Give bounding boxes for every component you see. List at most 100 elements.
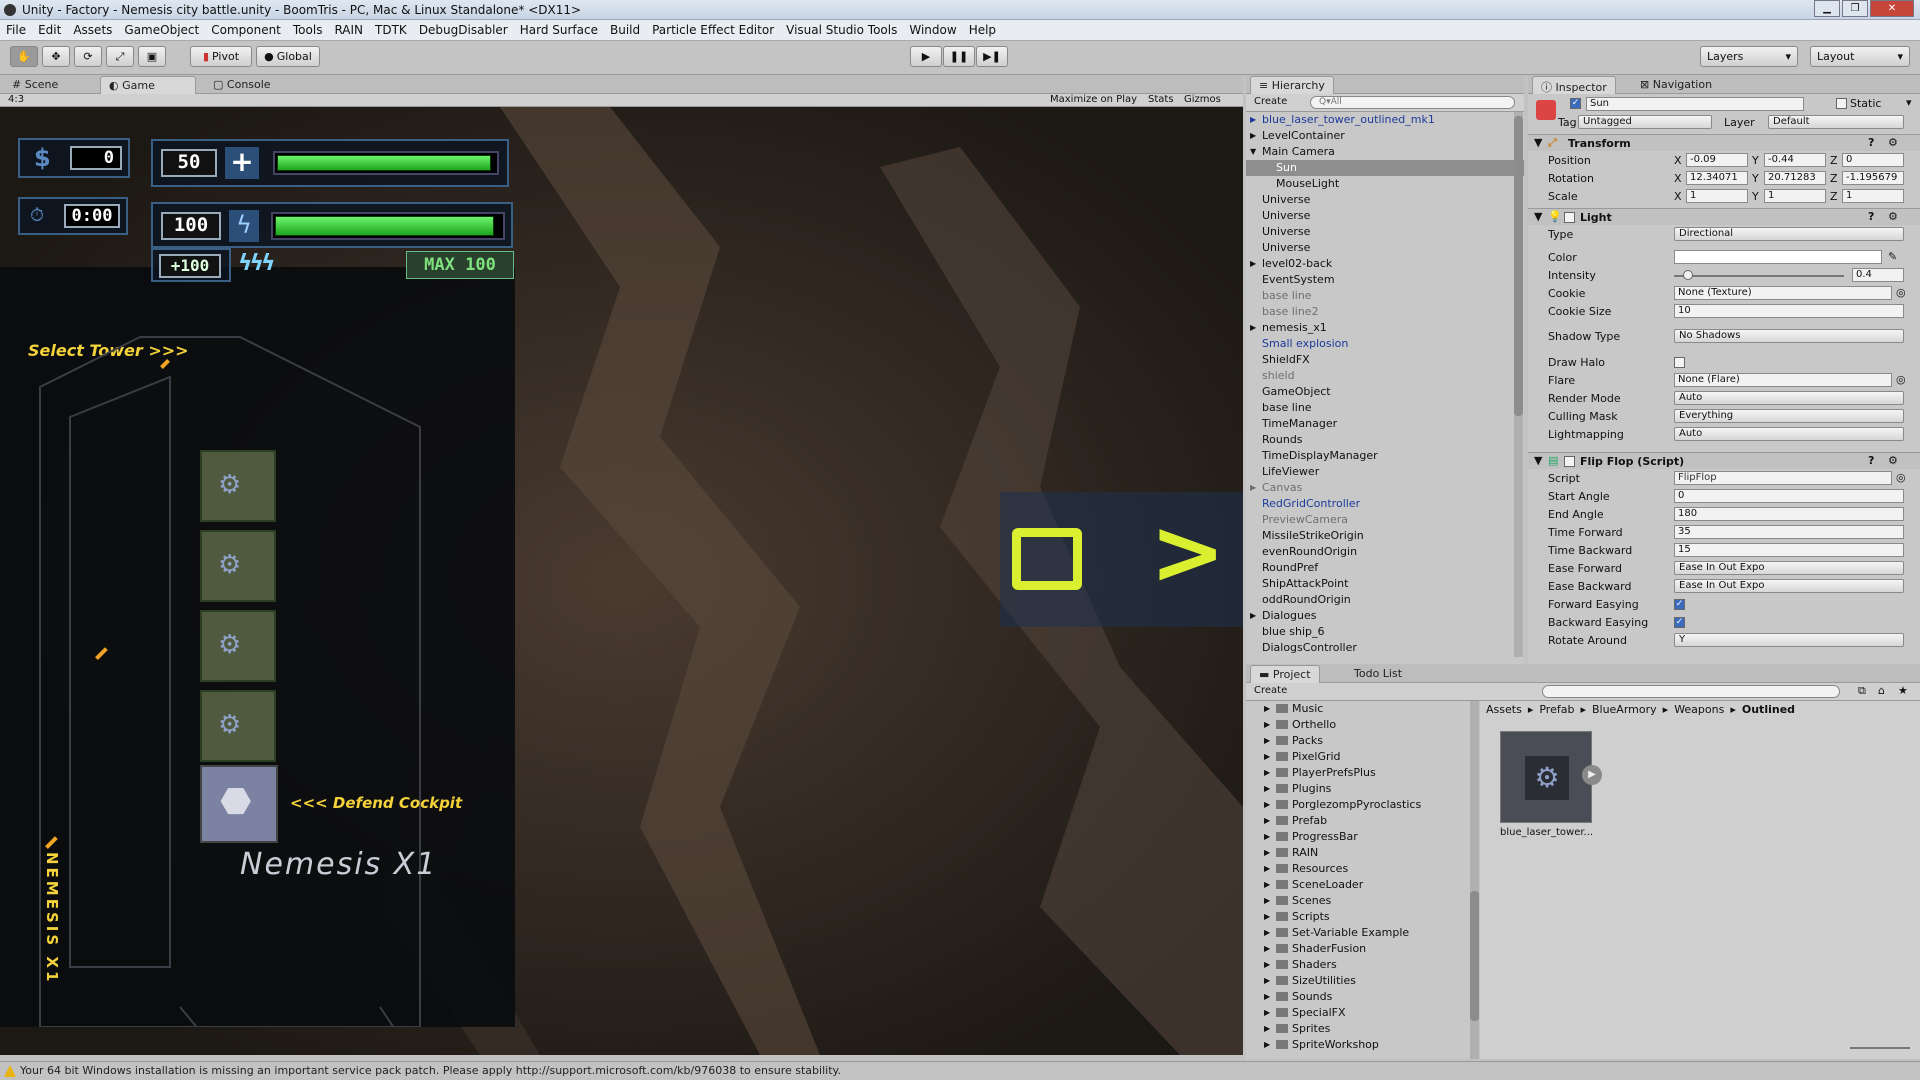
static-dropdown-icon[interactable]: ▾ [1906, 96, 1912, 109]
hierarchy-item[interactable]: ▶ Dialogues [1246, 608, 1524, 624]
foldout-arrow-icon[interactable]: ▶ [1264, 941, 1270, 957]
pivot-toggle[interactable]: ▮ Pivot [190, 46, 252, 67]
folder-item[interactable]: ▶ Packs [1246, 733, 1474, 749]
folder-item[interactable]: ▶ Scenes [1246, 893, 1474, 909]
foldout-arrow-icon[interactable]: ▶ [1264, 701, 1270, 717]
breadcrumb-bluearmory[interactable]: BlueArmory [1592, 703, 1657, 716]
ease-backward-dropdown[interactable]: Ease In Out Expo [1674, 579, 1904, 593]
label-icon[interactable]: ⌂ [1878, 684, 1885, 697]
foldout-arrow-icon[interactable]: ▶ [1264, 909, 1270, 925]
scale-y-field[interactable]: 1 [1764, 189, 1826, 203]
play-button[interactable]: ▶ [910, 46, 942, 67]
menu-hard-surface[interactable]: Hard Surface [514, 23, 604, 37]
hierarchy-item[interactable]: PreviewCamera [1246, 512, 1524, 528]
menu-gameobject[interactable]: GameObject [118, 23, 205, 37]
culling-mask-dropdown[interactable]: Everything [1674, 409, 1904, 423]
scale-x-field[interactable]: 1 [1686, 189, 1748, 203]
hierarchy-item[interactable]: ShieldFX [1246, 352, 1524, 368]
eyedropper-icon[interactable]: ✎ [1888, 250, 1897, 263]
cookie-field[interactable]: None (Texture) [1674, 286, 1892, 300]
hierarchy-item[interactable]: evenRoundOrigin [1246, 544, 1524, 560]
draw-halo-checkbox[interactable] [1674, 357, 1685, 368]
hierarchy-item[interactable]: RoundPref [1246, 560, 1524, 576]
hierarchy-item[interactable]: Universe [1246, 240, 1524, 256]
object-picker-icon[interactable]: ◎ [1896, 286, 1906, 299]
gear-icon[interactable]: ⚙ [1888, 210, 1898, 223]
breadcrumb-assets[interactable]: Assets [1486, 703, 1522, 716]
light-type-dropdown[interactable]: Directional [1674, 227, 1904, 241]
hierarchy-item[interactable]: Small explosion [1246, 336, 1524, 352]
hierarchy-item[interactable]: MissileStrikeOrigin [1246, 528, 1524, 544]
project-search-input[interactable] [1542, 685, 1840, 698]
hierarchy-item[interactable]: MouseLight [1246, 176, 1524, 192]
folder-item[interactable]: ▶ Shaders [1246, 957, 1474, 973]
help-icon[interactable]: ? [1868, 454, 1874, 467]
rotate-tool-button[interactable]: ⟳ [74, 46, 102, 67]
hierarchy-item[interactable]: ▶ nemesis_x1 [1246, 320, 1524, 336]
foldout-arrow-icon[interactable]: ▶ [1264, 733, 1270, 749]
rotate-around-dropdown[interactable]: Y [1674, 633, 1904, 647]
hierarchy-item[interactable]: EventSystem [1246, 272, 1524, 288]
menu-particle-effect-editor[interactable]: Particle Effect Editor [646, 23, 780, 37]
start-angle-field[interactable]: 0 [1674, 489, 1904, 503]
foldout-arrow-icon[interactable]: ▶ [1264, 1005, 1270, 1021]
scale-z-field[interactable]: 1 [1842, 189, 1904, 203]
flipflop-header[interactable]: ▼ ▤ Flip Flop (Script) ? ⚙ [1528, 452, 1920, 469]
folder-item[interactable]: ▶ Orthello [1246, 717, 1474, 733]
filter-type-icon[interactable]: ⧉ [1858, 684, 1866, 698]
scale-tool-button[interactable]: ⤢ [106, 46, 134, 67]
folder-item[interactable]: ▶ SizeUtilities [1246, 973, 1474, 989]
hierarchy-item[interactable]: Universe [1246, 208, 1524, 224]
forward-easying-checkbox[interactable]: ✓ [1674, 599, 1685, 610]
light-enabled-checkbox[interactable] [1564, 212, 1575, 223]
object-name-field[interactable]: Sun [1586, 97, 1804, 111]
menu-window[interactable]: Window [903, 23, 962, 37]
tower-slot-4[interactable]: ⚙ [200, 690, 276, 762]
light-color-swatch[interactable] [1674, 250, 1882, 264]
folder-item[interactable]: ▶ SceneLoader [1246, 877, 1474, 893]
position-x-field[interactable]: -0.09 [1686, 153, 1748, 167]
cockpit-tile[interactable]: ⬣ [200, 765, 278, 843]
script-field[interactable]: FlipFlop [1674, 471, 1892, 485]
folder-item[interactable]: ▶ PixelGrid [1246, 749, 1474, 765]
minimize-button[interactable]: ▁ [1814, 0, 1840, 17]
hierarchy-item[interactable]: GameObject [1246, 384, 1524, 400]
foldout-arrow-icon[interactable]: ▶ [1264, 893, 1270, 909]
foldout-arrow-icon[interactable]: ▶ [1264, 813, 1270, 829]
hierarchy-item[interactable]: base line [1246, 400, 1524, 416]
tab-inspector[interactable]: ⓘ Inspector [1532, 76, 1616, 94]
breadcrumb-weapons[interactable]: Weapons [1674, 703, 1724, 716]
foldout-arrow-icon[interactable]: ▶ [1264, 957, 1270, 973]
rotation-x-field[interactable]: 12.34071 [1686, 171, 1748, 185]
object-picker-icon[interactable]: ◎ [1896, 373, 1906, 386]
tower-slot-3[interactable]: ⚙ [200, 610, 276, 682]
folder-item[interactable]: ▶ Plugins [1246, 781, 1474, 797]
ease-forward-dropdown[interactable]: Ease In Out Expo [1674, 561, 1904, 575]
object-picker-icon[interactable]: ◎ [1896, 471, 1906, 484]
hierarchy-item[interactable]: ▶ Canvas [1246, 480, 1524, 496]
folder-item[interactable]: ▶ Scripts [1246, 909, 1474, 925]
folder-item[interactable]: ▶ PorglezompPyroclastics [1246, 797, 1474, 813]
hierarchy-item[interactable]: ▶ LevelContainer [1246, 128, 1524, 144]
layout-dropdown[interactable]: Layout ▾ [1810, 46, 1910, 67]
tab-navigation[interactable]: ⊠ Navigation [1632, 76, 1720, 94]
position-z-field[interactable]: 0 [1842, 153, 1904, 167]
lightmapping-dropdown[interactable]: Auto [1674, 427, 1904, 441]
folder-item[interactable]: ▶ SpriteWorkshop [1246, 1037, 1474, 1053]
intensity-field[interactable]: 0.4 [1852, 268, 1904, 282]
hierarchy-item[interactable]: base line2 [1246, 304, 1524, 320]
foldout-arrow-icon[interactable]: ▶ [1250, 480, 1256, 496]
rotation-y-field[interactable]: 20.71283 [1764, 171, 1826, 185]
gear-icon[interactable]: ⚙ [1888, 136, 1898, 149]
rotation-z-field[interactable]: -1.195679 [1842, 171, 1904, 185]
pause-button[interactable]: ❚❚ [943, 46, 975, 67]
folder-item[interactable]: ▶ SpecialFX [1246, 1005, 1474, 1021]
layer-dropdown[interactable]: Default [1768, 115, 1904, 129]
folder-tree-scrollbar[interactable] [1470, 701, 1479, 1059]
end-angle-field[interactable]: 180 [1674, 507, 1904, 521]
foldout-arrow-icon[interactable]: ▼ [1534, 136, 1542, 149]
foldout-arrow-icon[interactable]: ▶ [1264, 765, 1270, 781]
close-button[interactable]: ✕ [1870, 0, 1914, 17]
rect-tool-button[interactable]: ▣ [138, 46, 166, 67]
menu-file[interactable]: File [0, 23, 32, 37]
